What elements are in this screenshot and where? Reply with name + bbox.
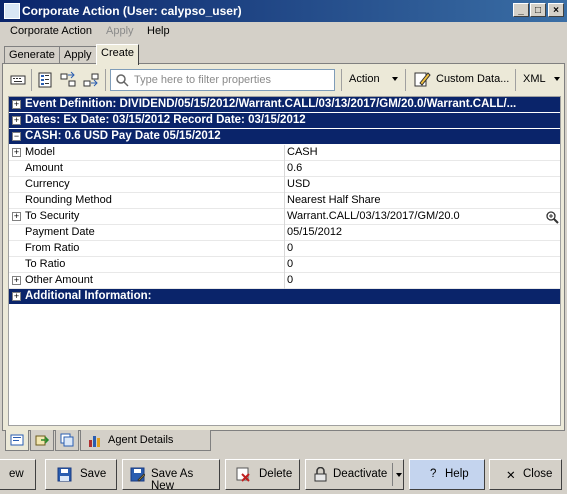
property-row-payment-date[interactable]: Payment Date 05/15/2012 <box>9 225 560 241</box>
delete-icon <box>236 467 250 482</box>
menu-bar: Corporate Action Apply Help <box>0 22 567 42</box>
xml-menu-button[interactable]: XML <box>523 73 546 85</box>
new-button[interactable]: ew <box>0 459 36 490</box>
property-grid: + Event Definition: DIVIDEND/05/15/2012/… <box>8 96 561 426</box>
expand-icon[interactable]: + <box>12 148 21 157</box>
question-mark-icon: ? <box>430 468 437 480</box>
bottom-tab-export[interactable] <box>30 430 54 451</box>
tab-create[interactable]: Create <box>96 44 140 65</box>
custom-data-button[interactable]: Custom Data... <box>436 73 509 85</box>
maximize-button[interactable]: □ <box>530 3 546 17</box>
bottom-tab-windows[interactable] <box>55 430 79 451</box>
lock-icon <box>314 467 327 482</box>
keyboard-icon[interactable] <box>9 71 27 89</box>
window-title: Corporate Action (User: calypso_user) <box>22 4 242 18</box>
delete-button[interactable]: Delete <box>225 459 300 490</box>
export-icon <box>35 435 50 446</box>
bottom-tab-agent-details[interactable]: Agent Details <box>80 430 211 451</box>
chevron-down-icon <box>554 77 560 81</box>
collapse-all-icon[interactable] <box>82 71 100 89</box>
save-as-new-button[interactable]: Save As New <box>122 459 220 492</box>
windows-icon <box>60 433 74 447</box>
property-row-currency[interactable]: Currency USD <box>9 177 560 193</box>
section-dates[interactable]: + Dates: Ex Date: 03/15/2012 Record Date… <box>9 113 560 128</box>
expand-icon[interactable]: + <box>12 100 21 109</box>
menu-apply[interactable]: Apply <box>106 25 134 37</box>
minimize-button[interactable]: _ <box>513 3 529 17</box>
save-as-icon <box>130 467 145 482</box>
property-row-amount[interactable]: Amount 0.6 <box>9 161 560 177</box>
zoom-icon[interactable] <box>545 210 559 224</box>
property-toolbar: Type here to filter properties Action Cu… <box>3 66 564 94</box>
toolbar-separator <box>341 69 342 91</box>
section-cash[interactable]: − CASH: 0.6 USD Pay Date 05/15/2012 <box>9 129 560 144</box>
section-additional-information[interactable]: + Additional Information: <box>9 289 560 304</box>
close-icon: ✕ <box>506 470 516 482</box>
property-row-to-ratio[interactable]: To Ratio 0 <box>9 257 560 273</box>
collapse-icon[interactable]: − <box>12 132 21 141</box>
document-icon <box>10 434 24 446</box>
tab-row: Generate Apply Create <box>0 44 567 65</box>
bottom-tab-details[interactable] <box>5 430 29 451</box>
edit-icon <box>413 70 431 88</box>
section-event-definition[interactable]: + Event Definition: DIVIDEND/05/15/2012/… <box>9 97 560 112</box>
toolbar-separator <box>31 69 32 91</box>
save-button[interactable]: Save <box>45 459 117 490</box>
toolbar-separator <box>515 69 516 91</box>
expand-icon[interactable]: + <box>12 116 21 125</box>
filter-input[interactable]: Type here to filter properties <box>110 69 335 91</box>
deactivate-button[interactable]: Deactivate <box>305 459 404 490</box>
action-button-bar: ew Save Save As New Delete Deactivate ? … <box>0 456 567 494</box>
filter-placeholder: Type here to filter properties <box>134 74 271 86</box>
chevron-down-icon <box>392 77 398 81</box>
agent-details-label: Agent Details <box>108 434 174 446</box>
property-row-rounding-method[interactable]: Rounding Method Nearest Half Share <box>9 193 560 209</box>
properties-panel: Type here to filter properties Action Cu… <box>2 63 565 431</box>
bottom-tab-row: Agent Details <box>2 430 565 452</box>
chart-icon <box>89 436 100 447</box>
menu-help[interactable]: Help <box>147 25 170 37</box>
tab-apply[interactable]: Apply <box>59 46 97 64</box>
app-icon <box>4 3 20 19</box>
property-row-to-security[interactable]: + To Security Warrant.CALL/03/13/2017/GM… <box>9 209 560 225</box>
toolbar-separator <box>405 69 406 91</box>
action-menu-button[interactable]: Action <box>349 73 380 85</box>
search-icon <box>116 74 129 87</box>
expand-icon[interactable]: + <box>12 276 21 285</box>
menu-corporate-action[interactable]: Corporate Action <box>10 25 92 37</box>
toolbar-separator <box>105 69 106 91</box>
close-button[interactable]: ✕ Close <box>489 459 562 490</box>
tab-generate[interactable]: Generate <box>4 46 60 64</box>
title-bar[interactable]: Corporate Action (User: calypso_user) _ … <box>0 0 567 22</box>
expand-icon[interactable]: + <box>12 212 21 221</box>
floppy-disk-icon <box>57 467 72 482</box>
chevron-down-icon[interactable] <box>396 473 402 477</box>
expand-all-icon[interactable] <box>59 71 77 89</box>
property-row-model[interactable]: + Model CASH <box>9 145 560 161</box>
property-row-other-amount[interactable]: + Other Amount 0 <box>9 273 560 289</box>
property-row-from-ratio[interactable]: From Ratio 0 <box>9 241 560 257</box>
categorized-icon[interactable] <box>36 71 54 89</box>
expand-icon[interactable]: + <box>12 292 21 301</box>
help-button[interactable]: ? Help <box>409 459 485 490</box>
close-window-button[interactable]: × <box>548 3 564 17</box>
